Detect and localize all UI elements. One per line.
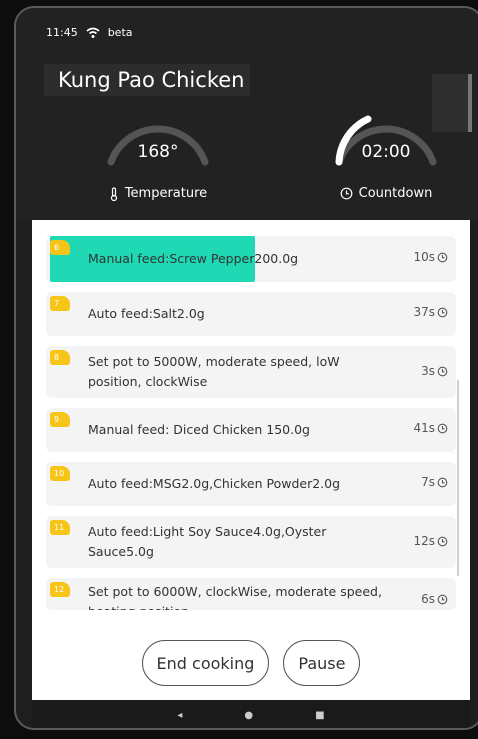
step-number-badge: 7 xyxy=(50,296,70,311)
step-row[interactable]: 12 Set pot to 6000W, clockWise, moderate… xyxy=(46,578,456,610)
step-text: Set pot to 5000W, moderate speed, loW po… xyxy=(88,354,340,389)
status-bar: 11:45 beta xyxy=(46,26,133,39)
countdown-label: Countdown xyxy=(358,186,433,201)
step-time: 3s xyxy=(421,364,435,378)
pause-button[interactable]: Pause xyxy=(283,640,361,686)
step-number-badge: 11 xyxy=(50,520,70,535)
step-time: 10s xyxy=(413,250,435,264)
status-time: 11:45 xyxy=(46,26,78,39)
temperature-value: 168° xyxy=(137,142,179,162)
network-label: beta xyxy=(107,26,133,39)
clock-icon xyxy=(437,252,448,262)
recent-apps-icon[interactable]: ■ xyxy=(315,710,324,721)
step-duration: 3s xyxy=(421,364,448,378)
step-number-badge: 10 xyxy=(50,466,70,481)
step-text: Auto feed:MSG2.0g,Chicken Powder2.0g xyxy=(88,476,341,491)
system-nav-bar: ◂ ● ■ xyxy=(32,700,470,728)
step-time: 7s xyxy=(421,475,435,489)
step-row[interactable]: 7 Auto feed:Salt2.0g 37s xyxy=(46,292,456,336)
clock-icon xyxy=(437,307,448,317)
step-row[interactable]: 6 Manual feed:Screw Pepper200.0g 10s xyxy=(46,236,456,282)
step-text: Manual feed:Screw Pepper200.0g xyxy=(88,251,299,266)
countdown-label-row: Countdown xyxy=(306,186,466,201)
clock-icon xyxy=(340,187,353,200)
step-number-badge: 8 xyxy=(50,350,70,365)
cooking-header: 11:45 beta Kung Pao Chicken 168° Tempera… xyxy=(16,8,478,220)
temperature-label: Temperature xyxy=(124,186,208,201)
step-duration: 37s xyxy=(413,305,448,319)
action-buttons: End cooking Pause xyxy=(32,640,470,686)
step-row[interactable]: 10 Auto feed:MSG2.0g,Chicken Powder2.0g … xyxy=(46,462,456,506)
wifi-icon xyxy=(86,27,100,38)
step-text: Auto feed:Light Soy Sauce4.0g,Oyster Sau… xyxy=(88,524,327,559)
temperature-gauge: 168° Temperature xyxy=(78,104,238,224)
step-duration: 10s xyxy=(413,250,448,264)
countdown-arc xyxy=(335,115,437,166)
clock-icon xyxy=(437,536,448,546)
step-number-badge: 6 xyxy=(50,240,70,255)
step-time: 41s xyxy=(413,421,435,435)
step-row[interactable]: 11 Auto feed:Light Soy Sauce4.0g,Oyster … xyxy=(46,516,456,568)
step-time: 37s xyxy=(413,305,435,319)
step-duration: 7s xyxy=(421,475,448,489)
step-number-badge: 9 xyxy=(50,412,70,427)
clock-icon xyxy=(437,366,448,376)
clock-icon xyxy=(437,477,448,487)
clock-icon xyxy=(437,594,448,604)
recipe-title: Kung Pao Chicken xyxy=(44,64,251,96)
temperature-arc xyxy=(107,125,209,166)
step-duration: 6s xyxy=(421,592,448,606)
countdown-value: 02:00 xyxy=(361,142,411,162)
step-duration: 41s xyxy=(413,421,448,435)
tablet-frame: 11:45 beta Kung Pao Chicken 168° Tempera… xyxy=(14,6,478,730)
step-time: 12s xyxy=(413,534,435,548)
countdown-gauge: 02:00 Countdown xyxy=(306,104,466,224)
step-row[interactable]: 9 Manual feed: Diced Chicken 150.0g 41s xyxy=(46,408,456,452)
home-icon[interactable]: ● xyxy=(244,710,253,721)
step-text: Manual feed: Diced Chicken 150.0g xyxy=(88,422,310,437)
step-text: Set pot to 6000W, clockWise, moderate sp… xyxy=(88,584,382,610)
step-number-badge: 12 xyxy=(50,582,70,597)
step-text: Auto feed:Salt2.0g xyxy=(88,306,205,321)
back-icon[interactable]: ◂ xyxy=(177,710,182,721)
temperature-label-row: Temperature xyxy=(78,186,238,201)
steps-panel: 6 Manual feed:Screw Pepper200.0g 10s 7 A… xyxy=(32,220,470,700)
step-time: 6s xyxy=(421,592,435,606)
steps-scrollbar[interactable] xyxy=(457,380,459,576)
step-row[interactable]: 8 Set pot to 5000W, moderate speed, loW … xyxy=(46,346,456,398)
step-duration: 12s xyxy=(413,534,448,548)
clock-icon xyxy=(437,423,448,433)
thermometer-icon xyxy=(110,186,117,201)
steps-list[interactable]: 6 Manual feed:Screw Pepper200.0g 10s 7 A… xyxy=(46,236,456,620)
end-cooking-button[interactable]: End cooking xyxy=(141,640,270,686)
